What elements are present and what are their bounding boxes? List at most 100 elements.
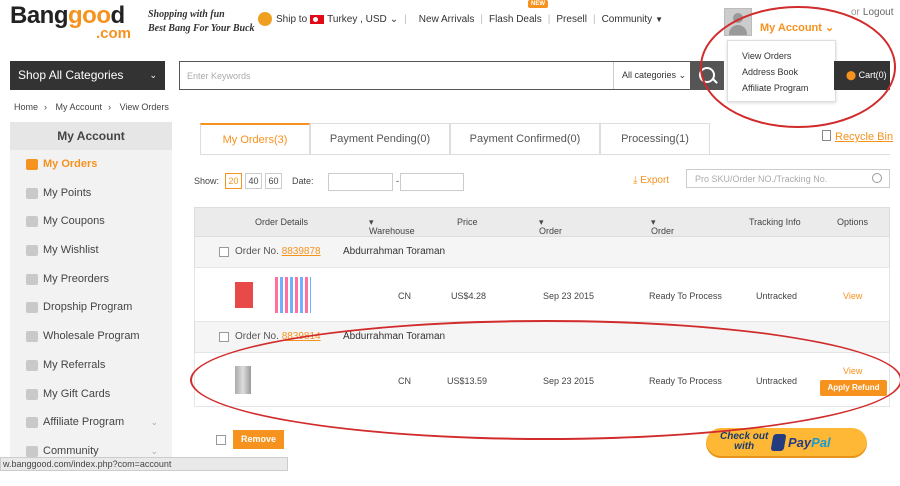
globe-icon — [258, 12, 272, 26]
sidebar-item-wholesale-program[interactable]: Wholesale Program — [10, 322, 172, 351]
sidebar-title: My Account — [10, 122, 172, 150]
order-tabs: My Orders(3) Payment Pending(0) Payment … — [200, 123, 710, 155]
cart-button[interactable]: ⬤ Cart(0) — [834, 61, 890, 90]
breadcrumb-my-account[interactable]: My Account — [56, 102, 103, 112]
recycle-bin-link[interactable]: Recycle Bin — [822, 130, 893, 143]
breadcrumb-view-orders: View Orders — [119, 102, 169, 112]
col-warehouse[interactable]: Warehouse ▾ — [369, 217, 415, 236]
paypal-checkout-button[interactable]: Check out with PayPal — [706, 428, 867, 458]
view-order-link[interactable]: View — [843, 366, 862, 376]
order-checkbox[interactable] — [219, 247, 229, 257]
apply-refund-button[interactable]: Apply Refund — [820, 380, 887, 396]
tab-payment-confirmed[interactable]: Payment Confirmed(0) — [450, 123, 600, 155]
breadcrumb: Home › My Account › View Orders — [14, 102, 169, 112]
price-cell: US$13.59 — [447, 376, 488, 386]
order-date-cell: Sep 23 2015 — [543, 376, 595, 386]
points-icon — [26, 187, 38, 199]
chevron-down-icon: ⌄ — [389, 13, 399, 25]
new-arrivals-link[interactable]: New Arrivals — [419, 14, 475, 25]
sidebar-item-my-orders[interactable]: My Orders — [10, 150, 172, 179]
tracking-cell: Untracked — [756, 376, 798, 386]
view-order-link[interactable]: View — [843, 291, 862, 301]
date-from-field[interactable] — [328, 173, 393, 191]
tab-my-orders[interactable]: My Orders(3) — [200, 123, 310, 155]
warehouse-cell: CN — [398, 291, 411, 301]
order-number-link[interactable]: 8839878 — [282, 246, 321, 257]
page-size-60[interactable]: 60 — [265, 173, 283, 189]
tagline: Shopping with fun Best Bang For Your Buc… — [148, 9, 255, 34]
community-icon — [26, 445, 38, 457]
order-date-cell: Sep 23 2015 — [543, 291, 595, 301]
order-header-row: Order No. 8839878 Abdurrahman Toraman — [194, 237, 890, 267]
category-select[interactable]: All categories ⌄ — [613, 62, 691, 89]
coupon-icon — [26, 216, 38, 228]
account-sidebar: My Account My Orders My Points My Coupon… — [10, 122, 172, 462]
new-badge: NEW — [528, 0, 548, 8]
export-button[interactable]: ⤓ Export — [633, 175, 669, 186]
order-search-input[interactable]: Pro SKU/Order NO./Tracking No. — [686, 169, 890, 188]
order-number: Order No. 8839878 — [235, 246, 321, 257]
order-status-cell: Ready To Process — [649, 376, 722, 386]
dropdown-item-view-orders[interactable]: View Orders — [742, 51, 821, 61]
tab-payment-pending[interactable]: Payment Pending(0) — [310, 123, 450, 155]
product-thumbnail[interactable] — [235, 366, 251, 394]
affiliate-icon — [26, 417, 38, 429]
search-placeholder: Enter Keywords — [187, 71, 251, 81]
avatar[interactable] — [724, 8, 752, 36]
order-detail-row: CN US$13.59 Sep 23 2015 Ready To Process… — [194, 352, 890, 407]
remove-button[interactable]: Remove — [233, 430, 284, 449]
country-currency-selector[interactable]: Turkey , USD — [327, 14, 387, 25]
sidebar-item-my-wishlist[interactable]: My Wishlist — [10, 236, 172, 265]
chevron-down-icon: ⌄ — [678, 70, 687, 80]
sidebar-item-my-coupons[interactable]: My Coupons — [10, 207, 172, 236]
sidebar-item-my-preorders[interactable]: My Preorders — [10, 265, 172, 294]
select-all-checkbox[interactable] — [216, 435, 226, 445]
col-order-date[interactable]: Order Date ▾ — [539, 217, 562, 246]
community-link[interactable]: Community — [602, 14, 653, 25]
dropdown-item-affiliate-program[interactable]: Affiliate Program — [742, 83, 821, 93]
order-number: Order No. 8839814 — [235, 331, 321, 342]
col-order-status[interactable]: Order Status ▾ — [651, 217, 677, 246]
product-thumbnail[interactable] — [275, 277, 311, 313]
presell-link[interactable]: Presell — [556, 14, 587, 25]
customer-name: Abdurrahman Toraman — [343, 331, 446, 342]
col-price: Price — [457, 217, 478, 227]
sidebar-item-dropship-program[interactable]: Dropship Program — [10, 293, 172, 322]
customer-name: Abdurrahman Toraman — [343, 246, 446, 257]
sidebar-item-my-referrals[interactable]: My Referrals — [10, 351, 172, 380]
logout-link[interactable]: Logout — [863, 7, 894, 18]
top-nav: Ship to Turkey , USD ⌄ | New Arrivals | … — [258, 12, 663, 26]
flash-deals-link[interactable]: Flash Deals — [489, 14, 542, 25]
search-button[interactable] — [691, 61, 724, 90]
orders-icon — [26, 159, 38, 170]
date-label: Date: — [292, 176, 314, 186]
order-checkbox[interactable] — [219, 332, 229, 342]
preorder-icon — [26, 273, 38, 285]
my-account-menu[interactable]: My Account ⌄ — [760, 21, 834, 34]
price-cell: US$4.28 — [451, 291, 487, 301]
tab-processing[interactable]: Processing(1) — [600, 123, 710, 155]
sidebar-item-affiliate-program[interactable]: Affiliate Program ⌄ — [10, 408, 172, 437]
shop-all-categories-button[interactable]: Shop All Categories ⌄ — [10, 61, 165, 90]
col-order-details: Order Details — [255, 217, 309, 227]
product-thumbnail[interactable] — [235, 282, 253, 308]
search-input[interactable]: Enter Keywords All categories ⌄ — [179, 61, 691, 90]
page-size-20[interactable]: 20 — [225, 173, 243, 189]
page-size-40[interactable]: 40 — [245, 173, 263, 189]
search-icon[interactable] — [872, 173, 882, 183]
banggood-logo[interactable]: Banggood .com — [10, 2, 142, 42]
orders-table-header: Order Details Warehouse ▾ Price Order Da… — [194, 207, 890, 246]
sidebar-item-my-gift-cards[interactable]: My Gift Cards — [10, 380, 172, 409]
chevron-down-icon: ⌄ — [150, 417, 158, 428]
dropdown-item-address-book[interactable]: Address Book — [742, 67, 821, 77]
sidebar-item-my-points[interactable]: My Points — [10, 179, 172, 208]
star-icon — [26, 359, 38, 371]
date-to-field[interactable] — [400, 173, 464, 191]
order-number-link[interactable]: 8839814 — [282, 331, 321, 342]
breadcrumb-home[interactable]: Home — [14, 102, 38, 112]
wholesale-icon — [26, 331, 38, 343]
date-dash: - — [396, 176, 399, 186]
dropship-icon — [26, 302, 38, 314]
warehouse-cell: CN — [398, 376, 411, 386]
turkey-flag-icon — [310, 14, 325, 24]
